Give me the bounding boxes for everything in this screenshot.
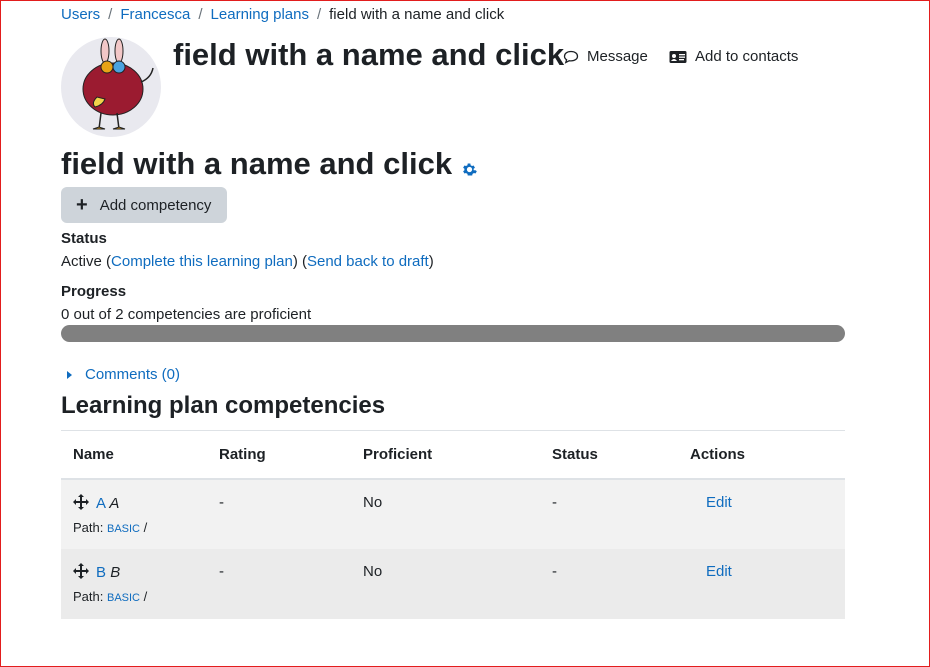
table-row: A A Path: BASIC / - No - Edit (61, 478, 845, 549)
add-to-contacts-label: Add to contacts (695, 48, 799, 65)
caret-right-icon (67, 370, 72, 379)
competency-name-cell: A A Path: BASIC / (61, 479, 207, 549)
speech-bubble-icon (563, 50, 579, 64)
message-label: Message (587, 48, 648, 65)
competency-name-cell: B B Path: BASIC / (61, 549, 207, 619)
move-arrows-icon[interactable] (73, 562, 89, 583)
edit-link[interactable]: Edit (706, 494, 732, 511)
competencies-heading: Learning plan competencies (61, 392, 386, 419)
plus-icon: + (76, 194, 88, 216)
add-competency-label: Add competency (99, 196, 212, 214)
breadcrumb-user[interactable]: Francesca (120, 6, 190, 23)
send-back-to-draft-link[interactable]: Send back to draft (307, 253, 429, 270)
framework-link[interactable]: BASIC (107, 523, 140, 535)
competency-path: Path: BASIC / (73, 589, 195, 604)
bird-avatar-image (82, 38, 154, 130)
competency-idnumber: A (109, 495, 120, 512)
competencies-table: Name Rating Proficient Status Actions A … (61, 430, 845, 619)
address-card-icon (669, 50, 687, 63)
rating-cell: - (219, 493, 224, 511)
breadcrumb-users[interactable]: Users (61, 6, 100, 23)
status-cell: - (552, 493, 557, 511)
competency-idnumber: B (110, 564, 121, 581)
edit-link[interactable]: Edit (706, 563, 732, 580)
progress-bar-fill (61, 325, 845, 342)
proficient-cell: No (363, 493, 383, 511)
path-label: Path: (73, 588, 104, 604)
competency-link[interactable]: A (96, 495, 105, 512)
column-header-actions: Actions (678, 430, 845, 480)
breadcrumb-separator: / (198, 6, 203, 23)
path-label: Path: (73, 519, 104, 535)
progress-text: 0 out of 2 competencies are proficient (61, 306, 312, 323)
column-header-name: Name (61, 430, 207, 480)
avatar[interactable] (61, 37, 161, 137)
actions-cell: Edit (678, 549, 845, 619)
status-value: Active (Complete this learning plan) (Se… (61, 253, 434, 270)
status-label: Status (61, 230, 107, 247)
rating-cell: - (219, 562, 224, 580)
framework-link[interactable]: BASIC (107, 592, 140, 604)
path-separator: / (143, 519, 148, 535)
column-header-rating: Rating (207, 430, 351, 480)
table-row: B B Path: BASIC / - No - Edit (61, 548, 845, 619)
user-fullname: field with a name and click (173, 37, 565, 72)
gear-icon[interactable] (462, 149, 477, 185)
move-arrows-icon[interactable] (73, 493, 89, 514)
actions-cell: Edit (678, 479, 845, 549)
complete-plan-link[interactable]: Complete this learning plan (111, 253, 293, 270)
status-cell: - (552, 562, 557, 580)
breadcrumb-learning-plans[interactable]: Learning plans (211, 6, 309, 23)
add-to-contacts-button[interactable]: Add to contacts (669, 48, 798, 65)
breadcrumb-separator: / (316, 6, 322, 23)
proficient-cell: No (363, 562, 383, 580)
breadcrumb: Users / Francesca / Learning plans / field wit… (61, 6, 504, 23)
add-competency-button[interactable]: + Add competency (61, 187, 227, 223)
path-separator: / (143, 588, 148, 604)
breadcrumb-separator: / (108, 6, 113, 23)
column-header-status: Status (540, 430, 678, 480)
progress-bar (61, 325, 845, 342)
comments-toggle[interactable]: Comments (0) (66, 366, 180, 383)
message-button[interactable]: Message (563, 48, 648, 65)
competency-link[interactable]: B (96, 564, 106, 581)
competency-path: Path: BASIC / (73, 520, 195, 535)
breadcrumb-current: field with a name and click (329, 6, 505, 23)
column-header-proficient: Proficient (351, 430, 540, 480)
plan-title: field with a name and click (61, 143, 477, 185)
table-header-row: Name Rating Proficient Status Actions (61, 430, 845, 480)
comments-link: Comments (0) (85, 366, 181, 383)
plan-title-text: field with a name and click (61, 146, 453, 181)
progress-label: Progress (61, 283, 127, 300)
status-text: Active (61, 253, 102, 270)
